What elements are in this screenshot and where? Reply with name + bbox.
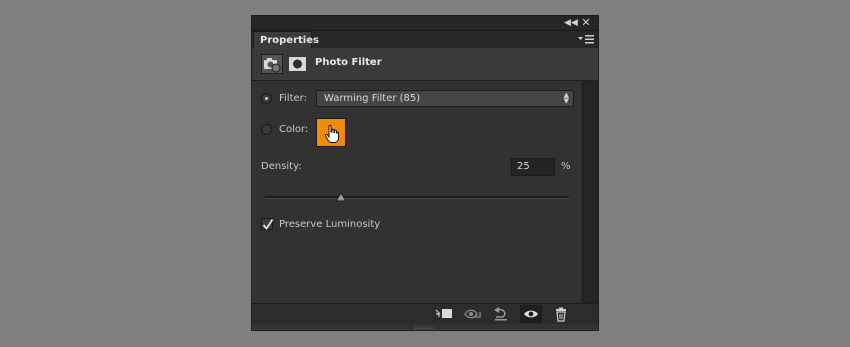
color-label: Color: [279, 124, 309, 135]
panel-footer [252, 303, 598, 324]
close-icon[interactable]: ✕ [580, 17, 592, 29]
tab-properties[interactable]: Properties [253, 31, 319, 49]
checkmark-icon [262, 219, 274, 230]
filter-select[interactable]: Warming Filter (85) ▲ ▼ [316, 90, 574, 107]
tab-bar: Properties [252, 31, 598, 49]
hand-cursor-icon [325, 125, 339, 143]
adjustment-header: Photo Filter [252, 48, 598, 81]
view-previous-state-icon[interactable] [462, 305, 484, 323]
scrollbar[interactable] [582, 81, 598, 304]
clip-to-layer-icon[interactable] [433, 305, 455, 323]
trash-icon[interactable] [550, 305, 572, 323]
density-label: Density: [261, 161, 302, 172]
adjustment-title: Photo Filter [315, 57, 382, 68]
mask-icon-button[interactable] [287, 54, 309, 74]
filter-radio[interactable] [261, 93, 272, 104]
filter-select-value: Warming Filter (85) [324, 93, 421, 104]
preserve-luminosity-checkbox[interactable] [261, 218, 274, 230]
adjustment-icon-button[interactable] [261, 54, 283, 74]
collapse-icon[interactable]: ◀◀ [564, 17, 578, 29]
updown-arrows-icon: ▲ ▼ [563, 91, 569, 105]
filter-label: Filter: [279, 93, 307, 104]
layer-mask-icon [289, 57, 306, 71]
panel-topbar: ◀◀ ✕ [252, 16, 598, 31]
resize-grip-icon[interactable] [415, 326, 435, 329]
density-slider-track[interactable] [265, 196, 569, 199]
reset-icon[interactable] [490, 305, 512, 323]
density-unit: % [561, 161, 571, 172]
visibility-eye-icon[interactable] [520, 305, 542, 323]
density-slider-thumb[interactable] [336, 193, 346, 202]
density-input[interactable]: 25 [511, 158, 555, 176]
color-radio[interactable] [261, 124, 272, 135]
color-swatch[interactable] [316, 118, 346, 147]
photo-filter-camera-icon [264, 58, 281, 73]
properties-panel: ◀◀ ✕ Properties Photo Filter Filter: War… [251, 15, 599, 331]
preserve-luminosity-label: Preserve Luminosity [279, 219, 381, 230]
properties-content: Filter: Warming Filter (85) ▲ ▼ Color: De… [252, 81, 598, 304]
panel-menu-icon[interactable] [578, 34, 594, 45]
